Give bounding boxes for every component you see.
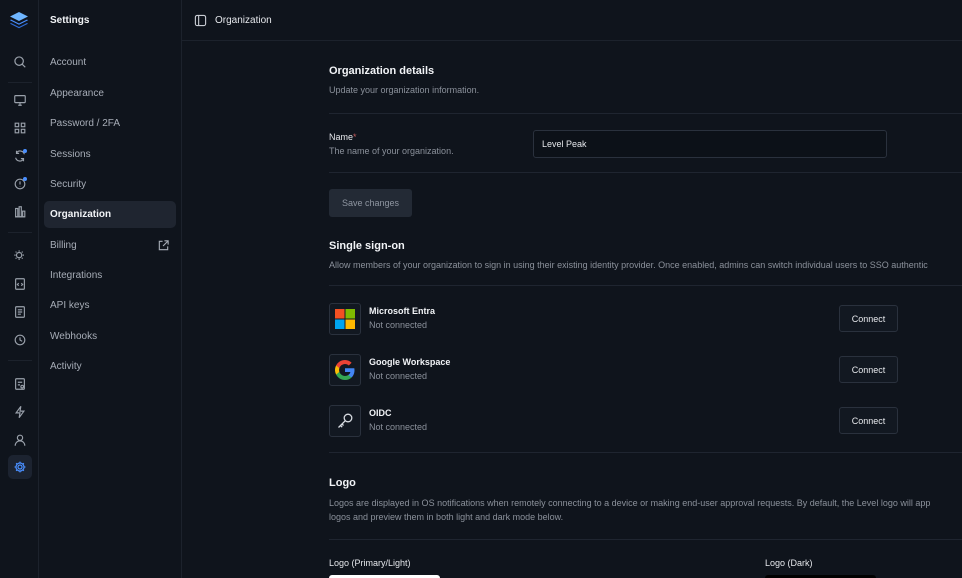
name-label: Name* xyxy=(329,132,357,142)
sidebar-title: Settings xyxy=(50,15,90,26)
google-logo-icon xyxy=(329,354,361,386)
sidebar-toggle-icon[interactable] xyxy=(194,14,207,27)
key-icon xyxy=(329,405,361,437)
sidebar-item-activity[interactable]: Activity xyxy=(44,353,176,380)
sidebar-item-billing[interactable]: Billing xyxy=(44,232,176,259)
org-details-description: Update your organization information. xyxy=(329,85,480,95)
external-link-icon xyxy=(158,240,169,251)
microsoft-logo-icon xyxy=(329,303,361,335)
divider xyxy=(329,172,962,173)
sso-heading: Single sign-on xyxy=(329,240,405,252)
divider xyxy=(329,113,962,114)
search-icon[interactable] xyxy=(8,50,32,74)
grid-icon[interactable] xyxy=(8,116,32,140)
sidebar-item-integrations[interactable]: Integrations xyxy=(44,262,176,289)
organization-name-input[interactable] xyxy=(533,130,887,158)
provider-status: Not connected xyxy=(369,371,428,381)
chart-icon[interactable] xyxy=(8,200,32,224)
logo-dark-label: Logo (Dark) xyxy=(765,558,813,568)
sidebar-item-account[interactable]: Account xyxy=(44,49,176,76)
connect-microsoft-button[interactable]: Connect xyxy=(839,305,898,332)
sync-icon[interactable] xyxy=(8,144,32,168)
report-icon[interactable] xyxy=(8,372,32,396)
name-help-text: The name of your organization. xyxy=(329,146,454,156)
user-icon[interactable] xyxy=(8,428,32,452)
settings-sidebar: Settings Account Appearance Password / 2… xyxy=(39,0,182,578)
sidebar-item-sessions[interactable]: Sessions xyxy=(44,141,176,168)
monitor-icon[interactable] xyxy=(8,88,32,112)
divider xyxy=(329,539,962,540)
logo-description-line1: Logos are displayed in OS notifications … xyxy=(329,498,931,508)
provider-name: Microsoft Entra xyxy=(369,306,436,316)
logo-primary-label: Logo (Primary/Light) xyxy=(329,558,411,568)
icon-rail xyxy=(0,0,39,578)
main-content: Organization details Update your organiz… xyxy=(329,0,962,578)
logo-description-line2: logos and preview them in both light and… xyxy=(329,512,564,522)
app-logo-icon[interactable] xyxy=(9,11,29,29)
sidebar-item-api-keys[interactable]: API keys xyxy=(44,292,176,319)
lightning-icon[interactable] xyxy=(8,400,32,424)
required-marker: * xyxy=(353,132,357,142)
logo-heading: Logo xyxy=(329,477,356,489)
connect-oidc-button[interactable]: Connect xyxy=(839,407,898,434)
provider-status: Not connected xyxy=(369,422,428,432)
alert-icon[interactable] xyxy=(8,172,32,196)
sidebar-item-password-2fa[interactable]: Password / 2FA xyxy=(44,110,176,137)
divider xyxy=(329,285,962,286)
divider xyxy=(329,452,962,453)
breadcrumb: Organization xyxy=(215,15,272,26)
provider-name: OIDC xyxy=(369,408,392,418)
provider-status: Not connected xyxy=(369,320,428,330)
history-icon[interactable] xyxy=(8,328,32,352)
settings-gear-icon[interactable] xyxy=(8,455,32,479)
org-details-heading: Organization details xyxy=(329,65,435,77)
document-icon[interactable] xyxy=(8,300,32,324)
script-icon[interactable] xyxy=(8,272,32,296)
sso-description: Allow members of your organization to si… xyxy=(329,260,928,270)
automation-icon[interactable] xyxy=(8,244,32,268)
sidebar-item-appearance[interactable]: Appearance xyxy=(44,80,176,107)
provider-name: Google Workspace xyxy=(369,357,451,367)
sidebar-item-webhooks[interactable]: Webhooks xyxy=(44,323,176,350)
sidebar-item-security[interactable]: Security xyxy=(44,171,176,198)
save-changes-button[interactable]: Save changes xyxy=(329,189,412,217)
connect-google-button[interactable]: Connect xyxy=(839,356,898,383)
sidebar-item-organization[interactable]: Organization xyxy=(44,201,176,228)
